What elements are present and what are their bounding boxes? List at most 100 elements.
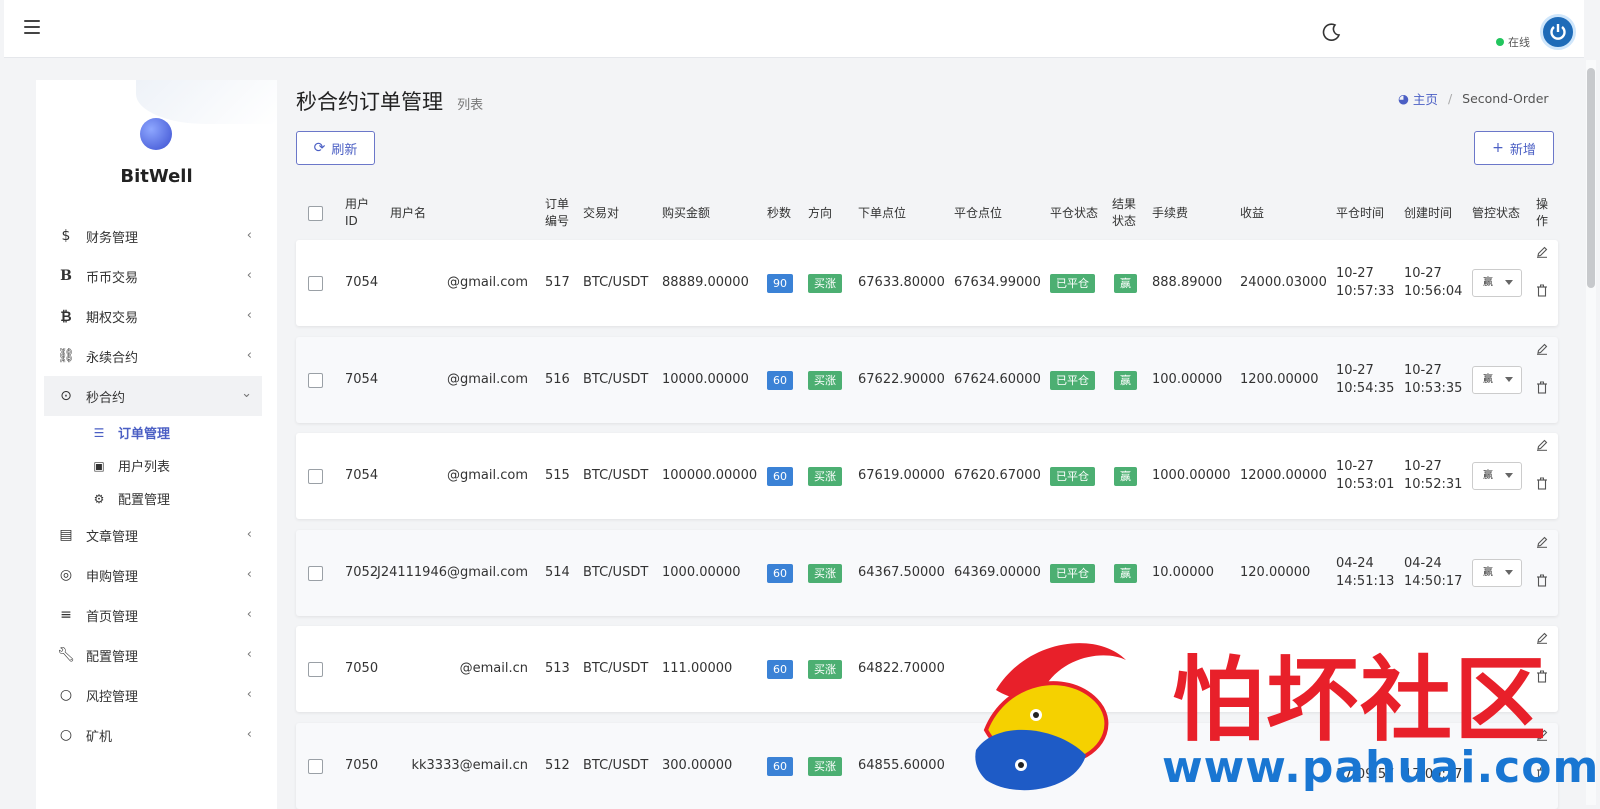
row-checkbox[interactable] bbox=[308, 758, 323, 774]
col-fee[interactable]: 手续费 bbox=[1152, 188, 1188, 238]
table-row[interactable]: 7054 @gmail.com 516 BTC/USDT 10000.00000 60 买涨… bbox=[296, 337, 1558, 423]
edit-icon[interactable] bbox=[1536, 536, 1550, 552]
col-pair[interactable]: 交易对 bbox=[583, 188, 619, 238]
create-time-date: 10-27 bbox=[1404, 363, 1442, 378]
add-button[interactable]: + 新增 bbox=[1474, 131, 1554, 165]
sidebar-subitem-order-management[interactable]: ☰ 订单管理 bbox=[44, 416, 262, 449]
cell-fee: 888.89000 bbox=[1152, 240, 1222, 326]
col-seconds[interactable]: 秒数 bbox=[767, 188, 791, 238]
control-select[interactable]: 赢 bbox=[1472, 366, 1522, 394]
trash-icon[interactable] bbox=[1536, 574, 1550, 591]
table-row[interactable]: 7054 @gmail.com 515 BTC/USDT 100000.00000 60 买… bbox=[296, 433, 1558, 519]
col-username[interactable]: 用户名 bbox=[390, 188, 426, 238]
col-close-time[interactable]: 平仓时间 bbox=[1336, 188, 1384, 238]
trash-icon[interactable] bbox=[1536, 477, 1550, 494]
sidebar-item-settings[interactable]: 🔧︎ 配置管理 ‹ bbox=[44, 635, 262, 675]
edit-icon[interactable] bbox=[1536, 729, 1550, 745]
sidebar-item-label: 期权交易 bbox=[86, 310, 139, 326]
col-amount[interactable]: 购买金额 bbox=[662, 188, 710, 238]
control-select[interactable]: 赢 bbox=[1472, 462, 1522, 490]
direction-badge: 买涨 bbox=[808, 466, 842, 486]
col-close-price[interactable]: 平仓点位 bbox=[954, 188, 1002, 238]
control-select[interactable]: 赢 bbox=[1472, 559, 1522, 587]
sidebar-item-articles[interactable]: ▤ 文章管理 ‹ bbox=[44, 515, 262, 555]
sidebar-item-label: 配置管理 bbox=[86, 649, 139, 665]
direction-badge: 买涨 bbox=[808, 370, 842, 390]
sidebar-item-perpetual[interactable]: ⛓ 永续合约 ‹ bbox=[44, 336, 262, 376]
plus-icon: + bbox=[1492, 140, 1504, 156]
user-avatar[interactable] bbox=[1540, 14, 1576, 50]
sidebar-item-miner[interactable]: ○ 矿机 ‹ bbox=[44, 715, 262, 755]
refresh-button[interactable]: ⟳ 刷新 bbox=[296, 131, 375, 165]
col-control[interactable]: 管控状态 bbox=[1472, 188, 1520, 238]
col-open-price[interactable]: 下单点位 bbox=[858, 188, 906, 238]
col-order-no[interactable]: 订单 编号 bbox=[545, 188, 569, 238]
username-text: @gmail.com bbox=[446, 275, 528, 290]
cell-close-time: 17:09:57 bbox=[1336, 723, 1394, 809]
direction-badge: 买涨 bbox=[808, 273, 842, 293]
col-close-status[interactable]: 平仓状态 bbox=[1050, 188, 1098, 238]
table-row[interactable]: 7054 @gmail.com 517 BTC/USDT 88889.00000 90 买涨… bbox=[296, 240, 1558, 326]
breadcrumb-home-label: 主页 bbox=[1412, 92, 1438, 107]
amount-text: 300.00000 bbox=[662, 758, 733, 773]
sidebar-item-spot-trading[interactable]: B 币币交易 ‹ bbox=[44, 256, 262, 296]
col-label: 购买金额 bbox=[662, 205, 711, 220]
breadcrumb-home[interactable]: ◕ 主页 bbox=[1398, 89, 1438, 108]
sidebar-item-label: 文章管理 bbox=[86, 529, 139, 545]
col-create-time[interactable]: 创建时间 bbox=[1404, 188, 1452, 238]
chevron-left-icon: ‹ bbox=[246, 647, 252, 662]
page-scrollbar[interactable] bbox=[1586, 60, 1596, 805]
col-result[interactable]: 结果 状态 bbox=[1112, 188, 1136, 238]
select-all-checkbox[interactable] bbox=[308, 205, 323, 221]
col-label: ID bbox=[345, 214, 358, 228]
sidebar-subitem-config[interactable]: ⚙ 配置管理 bbox=[44, 482, 262, 515]
table-row[interactable]: 7052 J24111946@gmail.com 514 BTC/USDT 1000.0… bbox=[296, 530, 1558, 616]
edit-icon[interactable] bbox=[1536, 246, 1550, 262]
col-label: 方向 bbox=[808, 205, 833, 220]
seconds-badge: 60 bbox=[767, 466, 793, 486]
table-row[interactable]: 7050 kk3333@email.cn 512 BTC/USDT 300.00000 6… bbox=[296, 723, 1558, 809]
username-text: @gmail.com bbox=[446, 372, 528, 387]
dark-mode-moon-icon[interactable] bbox=[1322, 22, 1342, 42]
control-select[interactable]: 赢 bbox=[1472, 269, 1522, 297]
trash-icon[interactable] bbox=[1536, 670, 1550, 687]
cell-profit: 12000.00000 bbox=[1240, 433, 1327, 519]
col-label: 秒数 bbox=[767, 205, 792, 220]
cell-user-id: 7054 bbox=[345, 337, 378, 423]
col-profit[interactable]: 收益 bbox=[1240, 188, 1264, 238]
seconds-badge: 60 bbox=[767, 370, 793, 390]
sidebar-item-subscription[interactable]: ◎ 申购管理 ‹ bbox=[44, 555, 262, 595]
sidebar-item-second-contract[interactable]: ⊙ 秒合约 ⌄ bbox=[44, 376, 262, 416]
order-no-text: 515 bbox=[545, 468, 570, 483]
col-direction[interactable]: 方向 bbox=[808, 188, 832, 238]
row-checkbox[interactable] bbox=[308, 661, 323, 677]
row-checkbox[interactable] bbox=[308, 275, 323, 291]
chevron-left-icon: ‹ bbox=[246, 727, 252, 742]
edit-icon[interactable] bbox=[1536, 632, 1550, 648]
col-label: 创建时间 bbox=[1404, 205, 1453, 220]
col-label: 平仓状态 bbox=[1050, 205, 1099, 220]
close-price-text: 64369.00000 bbox=[954, 565, 1041, 580]
cell-amount: 88889.00000 bbox=[662, 240, 749, 326]
row-checkbox[interactable] bbox=[308, 372, 323, 388]
result-badge: 赢 bbox=[1114, 563, 1137, 583]
row-checkbox[interactable] bbox=[308, 468, 323, 484]
menu-toggle-icon[interactable] bbox=[24, 20, 40, 34]
trash-icon[interactable] bbox=[1536, 381, 1550, 398]
pair-text: BTC/USDT bbox=[583, 758, 649, 773]
sidebar-item-homepage[interactable]: ≡ 首页管理 ‹ bbox=[44, 595, 262, 635]
sidebar-item-finance[interactable]: $ 财务管理 ‹ bbox=[44, 216, 262, 256]
table-row[interactable]: 7050 @email.cn 513 BTC/USDT 111.00000 60 买涨 648… bbox=[296, 626, 1558, 712]
sidebar-subitem-user-list[interactable]: ▣ 用户列表 bbox=[44, 449, 262, 482]
edit-icon[interactable] bbox=[1536, 439, 1550, 455]
pair-text: BTC/USDT bbox=[583, 565, 649, 580]
sidebar-item-risk-control[interactable]: ○ 风控管理 ‹ bbox=[44, 675, 262, 715]
row-checkbox[interactable] bbox=[308, 565, 323, 581]
trash-icon[interactable] bbox=[1536, 767, 1550, 784]
edit-icon[interactable] bbox=[1536, 343, 1550, 359]
trash-icon[interactable] bbox=[1536, 284, 1550, 301]
col-user-id[interactable]: 用户 ID bbox=[345, 188, 369, 238]
close-status-badge: 已平仓 bbox=[1050, 273, 1095, 293]
scrollbar-thumb[interactable] bbox=[1587, 68, 1595, 288]
sidebar-item-options[interactable]: ₿ 期权交易 ‹ bbox=[44, 296, 262, 336]
